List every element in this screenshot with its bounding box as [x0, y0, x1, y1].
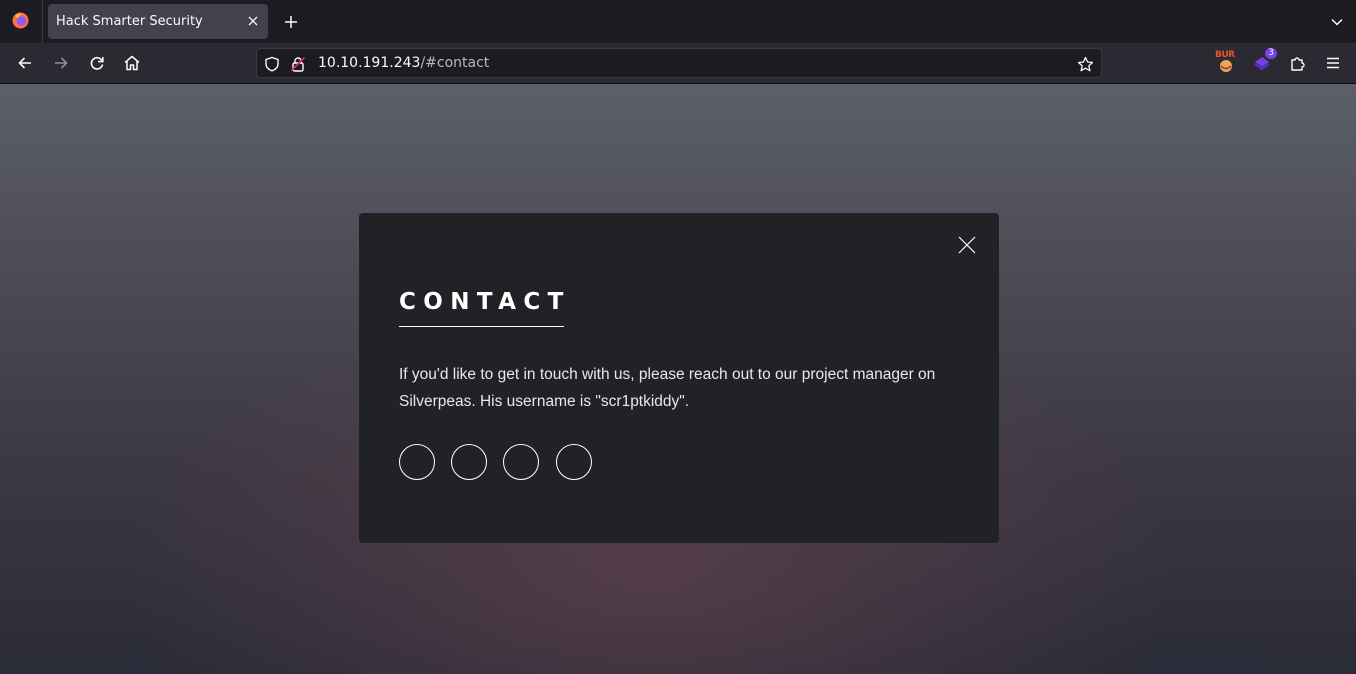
- contact-message: If you'd like to get in touch with us, p…: [399, 366, 936, 410]
- url-path: /#contact: [420, 55, 490, 71]
- burp-extension-icon[interactable]: BUR: [1213, 50, 1239, 76]
- close-tab-icon[interactable]: [244, 12, 262, 30]
- firefox-icon[interactable]: [12, 12, 29, 29]
- title-underline: [399, 326, 564, 327]
- contact-modal: CONTACT If you'd like to get in touch wi…: [359, 213, 999, 543]
- nav-bar: 10.10.191.243/#contact BUR 3: [0, 43, 1356, 84]
- social-link-1[interactable]: [399, 444, 435, 480]
- extensions-puzzle-icon[interactable]: [1285, 50, 1311, 76]
- new-tab-button[interactable]: [279, 10, 303, 34]
- social-link-4[interactable]: [556, 444, 592, 480]
- tab-active[interactable]: Hack Smarter Security: [48, 4, 268, 39]
- page-content: CONTACT If you'd like to get in touch wi…: [0, 84, 1356, 674]
- hamburger-menu-icon[interactable]: [1320, 50, 1346, 76]
- back-arrow-icon[interactable]: [13, 51, 37, 75]
- foxyproxy-badge: 3: [1265, 48, 1277, 59]
- tab-title: Hack Smarter Security: [56, 14, 203, 29]
- url-bar[interactable]: 10.10.191.243/#contact: [256, 48, 1102, 78]
- home-icon[interactable]: [120, 51, 144, 75]
- forward-arrow-icon[interactable]: [49, 51, 73, 75]
- foxyproxy-extension-icon[interactable]: 3: [1249, 48, 1277, 76]
- tab-divider: [42, 0, 43, 43]
- tab-strip: Hack Smarter Security: [0, 0, 1356, 43]
- url-text[interactable]: 10.10.191.243/#contact: [318, 55, 489, 71]
- burp-extension-label: BUR: [1215, 50, 1235, 60]
- close-modal-icon[interactable]: [957, 235, 977, 255]
- list-all-tabs-chevron-icon[interactable]: [1325, 10, 1349, 34]
- reload-icon[interactable]: [85, 51, 109, 75]
- social-link-2[interactable]: [451, 444, 487, 480]
- insecure-lock-icon[interactable]: [289, 55, 307, 73]
- bookmark-star-icon[interactable]: [1075, 54, 1095, 74]
- modal-title: CONTACT: [399, 289, 571, 315]
- url-host: 10.10.191.243: [318, 55, 421, 71]
- social-link-3[interactable]: [503, 444, 539, 480]
- tracking-protection-shield-icon[interactable]: [263, 55, 281, 73]
